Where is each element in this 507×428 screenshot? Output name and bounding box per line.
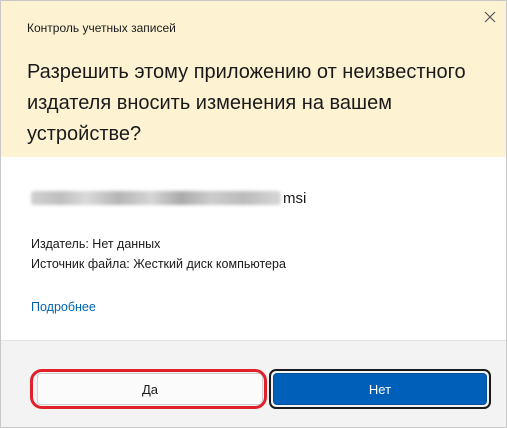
file-details: Издатель: Нет данных Источник файла: Жес… bbox=[31, 234, 286, 274]
uac-dialog: Контроль учетных записей Разрешить этому… bbox=[0, 0, 507, 428]
file-extension: msi bbox=[283, 189, 307, 207]
no-button[interactable]: Нет bbox=[273, 373, 487, 405]
file-name: msi bbox=[31, 186, 306, 210]
yes-button[interactable]: Да bbox=[37, 373, 263, 405]
more-details-link[interactable]: Подробнее bbox=[31, 300, 96, 314]
source-line: Источник файла: Жесткий диск компьютера bbox=[31, 257, 286, 271]
dialog-caption: Контроль учетных записей bbox=[27, 21, 176, 35]
close-button[interactable] bbox=[478, 5, 502, 29]
dialog-question: Разрешить этому приложению от неизвестно… bbox=[27, 61, 466, 145]
redacted-file-path bbox=[31, 191, 281, 205]
dialog-header: Контроль учетных записей Разрешить этому… bbox=[1, 1, 506, 157]
close-icon bbox=[484, 11, 496, 23]
publisher-line: Издатель: Нет данных bbox=[31, 237, 161, 251]
